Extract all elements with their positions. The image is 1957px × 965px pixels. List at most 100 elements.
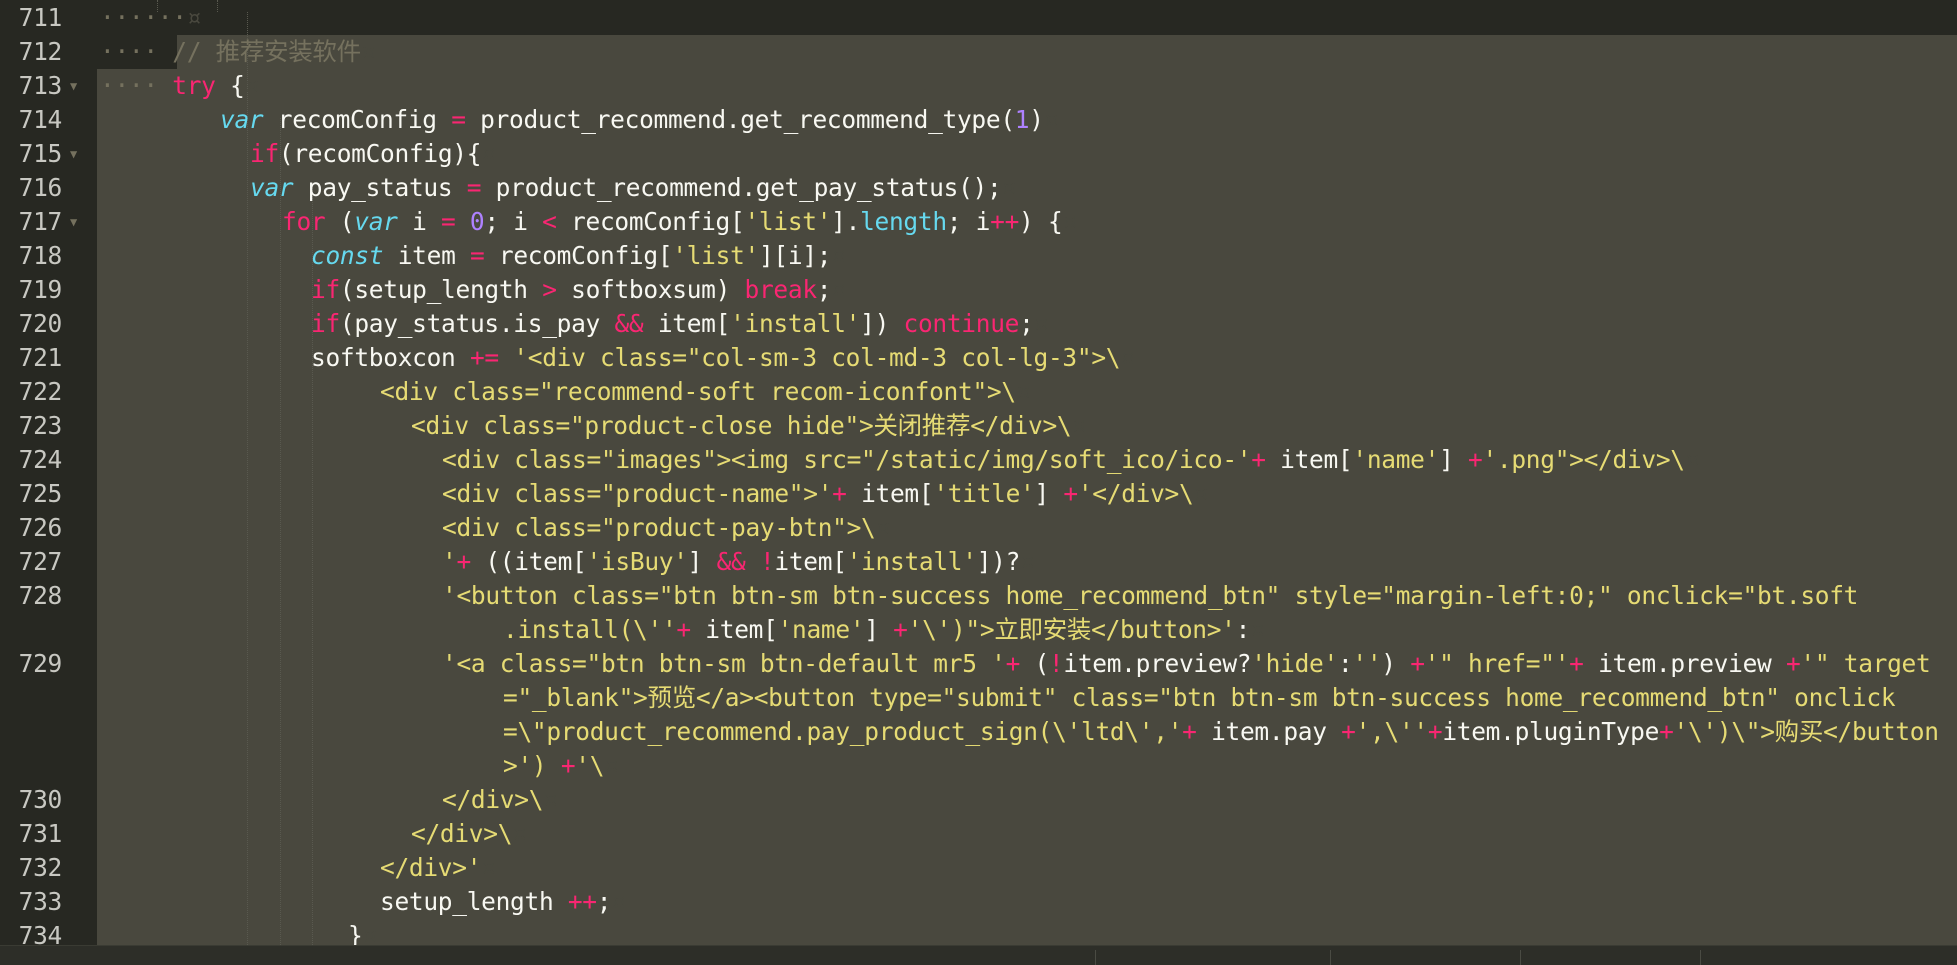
code-token: =	[440, 207, 456, 236]
line-number[interactable]: 733	[0, 885, 63, 919]
code-line[interactable]: softboxcon += '<div class="col-sm-3 col-…	[311, 341, 1135, 375]
code-line[interactable]: if(setup_length > softboxsum) break;¤	[311, 273, 846, 307]
code-token: '	[442, 547, 457, 576]
code-line[interactable]: <div class="product-name">'+ item['title…	[442, 477, 1208, 511]
pilcrow-icon: ¤	[611, 887, 626, 916]
code-token: 'list'	[672, 241, 759, 270]
code-line[interactable]: </div>'¤	[380, 851, 496, 885]
code-line[interactable]: for (var i = 0; i < recomConfig['list'].…	[282, 205, 1077, 239]
line-number[interactable]: 729	[0, 647, 63, 681]
code-token: softboxcon	[311, 343, 470, 372]
code-line[interactable]: ···· try {¤	[100, 69, 259, 103]
code-token: '.png"></div>\	[1482, 445, 1685, 474]
fold-toggle-icon[interactable]: ▼	[70, 69, 84, 103]
code-line[interactable]: <div class="recommend-soft recom-iconfon…	[380, 375, 1031, 409]
code-line[interactable]: </div>\¤	[442, 783, 558, 817]
pilcrow-icon: ¤	[512, 819, 527, 848]
code-token: +	[1005, 649, 1021, 678]
line-number[interactable]: 734	[0, 919, 63, 945]
line-number[interactable]: 728	[0, 579, 63, 613]
code-line[interactable]: '<a class="btn btn-sm btn-default mr5 '+…	[442, 647, 1931, 681]
fold-toggle-icon[interactable]: ▼	[70, 205, 84, 239]
code-token: )	[1029, 105, 1044, 134]
code-token: +	[560, 751, 576, 780]
code-token: +	[676, 615, 691, 644]
line-number[interactable]: 722	[0, 375, 63, 409]
code-token: product_recommend.get_recommend_type(	[465, 105, 1015, 134]
code-token: break	[744, 275, 818, 304]
line-number[interactable]: 719	[0, 273, 63, 307]
line-number[interactable]: 711	[0, 1, 63, 35]
code-token: var	[354, 207, 398, 236]
code-line[interactable]: if(recomConfig){¤	[250, 137, 496, 171]
pilcrow-icon: ¤	[360, 37, 376, 66]
code-line[interactable]: setup_length ++;¤	[380, 885, 626, 919]
line-number[interactable]: 720	[0, 307, 63, 341]
code-line[interactable]: }¤	[348, 919, 377, 945]
line-number[interactable]: 716	[0, 171, 63, 205]
code-line-wrap[interactable]: =\"product_recommend.pay_product_sign(\'…	[503, 715, 1939, 749]
whitespace-dots: ····	[100, 71, 158, 100]
fold-toggle-icon[interactable]: ▼	[70, 137, 84, 171]
code-token: +	[1467, 445, 1483, 474]
code-line-wrap[interactable]: .install(\''+ item['name'] +'\')">立即安装</…	[503, 613, 1265, 647]
code-area[interactable]: ······¤ ···· // 推荐安装软件¤ ···· try {¤ var rec…	[97, 0, 1957, 945]
line-number[interactable]: 731	[0, 817, 63, 851]
line-number[interactable]: 732	[0, 851, 63, 885]
code-token: ].	[831, 207, 861, 236]
line-number-gutter[interactable]: 711 712 713 ▼ 714 715 ▼ 716 717 ▼ 718 719 720 721 722 7…	[0, 0, 97, 945]
line-number[interactable]: 715	[0, 137, 63, 171]
code-line[interactable]: if(pay_status.is_pay && item['install'])…	[311, 307, 1048, 341]
code-line[interactable]: ···· // 推荐安装软件¤	[100, 35, 376, 69]
line-number[interactable]: 713	[0, 69, 63, 103]
line-number[interactable]: 730	[0, 783, 63, 817]
indent-guide	[247, 12, 248, 945]
status-bar	[0, 945, 1957, 965]
pilcrow-icon: ¤	[1043, 105, 1059, 134]
line-number[interactable]: 721	[0, 341, 63, 375]
code-line-wrap[interactable]: ="_blank">预览</a><button type="submit" cl…	[503, 681, 1896, 715]
line-number[interactable]: 712	[0, 35, 63, 69]
code-line[interactable]: ······¤	[100, 1, 201, 35]
code-token: if	[250, 139, 279, 168]
code-line[interactable]: const item = recomConfig['list'][i];¤	[311, 239, 846, 273]
code-line[interactable]: <div class="product-close hide">关闭推荐</di…	[411, 409, 1086, 443]
code-token: i	[397, 207, 441, 236]
code-line[interactable]: </div>\¤	[411, 817, 527, 851]
code-line[interactable]: <div class="product-pay-btn">\¤	[442, 511, 890, 545]
code-token: pay_status	[293, 173, 467, 202]
code-line[interactable]: '<button class="btn btn-sm btn-success h…	[442, 579, 1858, 613]
code-line[interactable]: '+ ((item['isBuy'] && !item['install'])?…	[442, 545, 1035, 579]
pilcrow-icon: ¤	[543, 785, 558, 814]
pilcrow-icon: ¤	[1193, 479, 1208, 508]
line-number[interactable]: 727	[0, 545, 63, 579]
line-number[interactable]: 725	[0, 477, 63, 511]
line-number[interactable]: 714	[0, 103, 63, 137]
line-number[interactable]: 726	[0, 511, 63, 545]
line-number[interactable]: 724	[0, 443, 63, 477]
pilcrow-icon: ¤	[1033, 309, 1049, 338]
line-number[interactable]: 718	[0, 239, 63, 273]
code-token: ])	[860, 309, 904, 338]
code-line[interactable]: var recomConfig = product_recommend.get_…	[220, 103, 1058, 137]
code-token: ]	[1439, 445, 1468, 474]
code-token: '\')\">购买</button	[1673, 717, 1939, 746]
line-number[interactable]: 723	[0, 409, 63, 443]
code-line[interactable]: var pay_status = product_recommend.get_p…	[250, 171, 1016, 205]
line-number[interactable]: 717	[0, 205, 63, 239]
status-divider	[1520, 950, 1521, 965]
code-token: '<button class="btn btn-sm btn-success h…	[442, 581, 1859, 610]
pilcrow-icon: ¤	[244, 71, 260, 100]
code-line[interactable]: <div class="images"><img src="/static/im…	[442, 443, 1700, 477]
code-token: +	[893, 615, 908, 644]
code-token: +	[832, 479, 847, 508]
code-token: =	[451, 105, 466, 134]
indent-guide	[217, 0, 218, 12]
code-token: ]	[687, 547, 717, 576]
code-editor[interactable]: 711 712 713 ▼ 714 715 ▼ 716 717 ▼ 718 719 720 721 722 7…	[0, 0, 1957, 945]
code-token: 'title'	[933, 479, 1035, 508]
code-token: (	[325, 207, 355, 236]
code-token: 'install'	[846, 547, 977, 576]
code-line-wrap[interactable]: >') +'\¤	[503, 749, 619, 783]
code-token: continue	[903, 309, 1020, 338]
